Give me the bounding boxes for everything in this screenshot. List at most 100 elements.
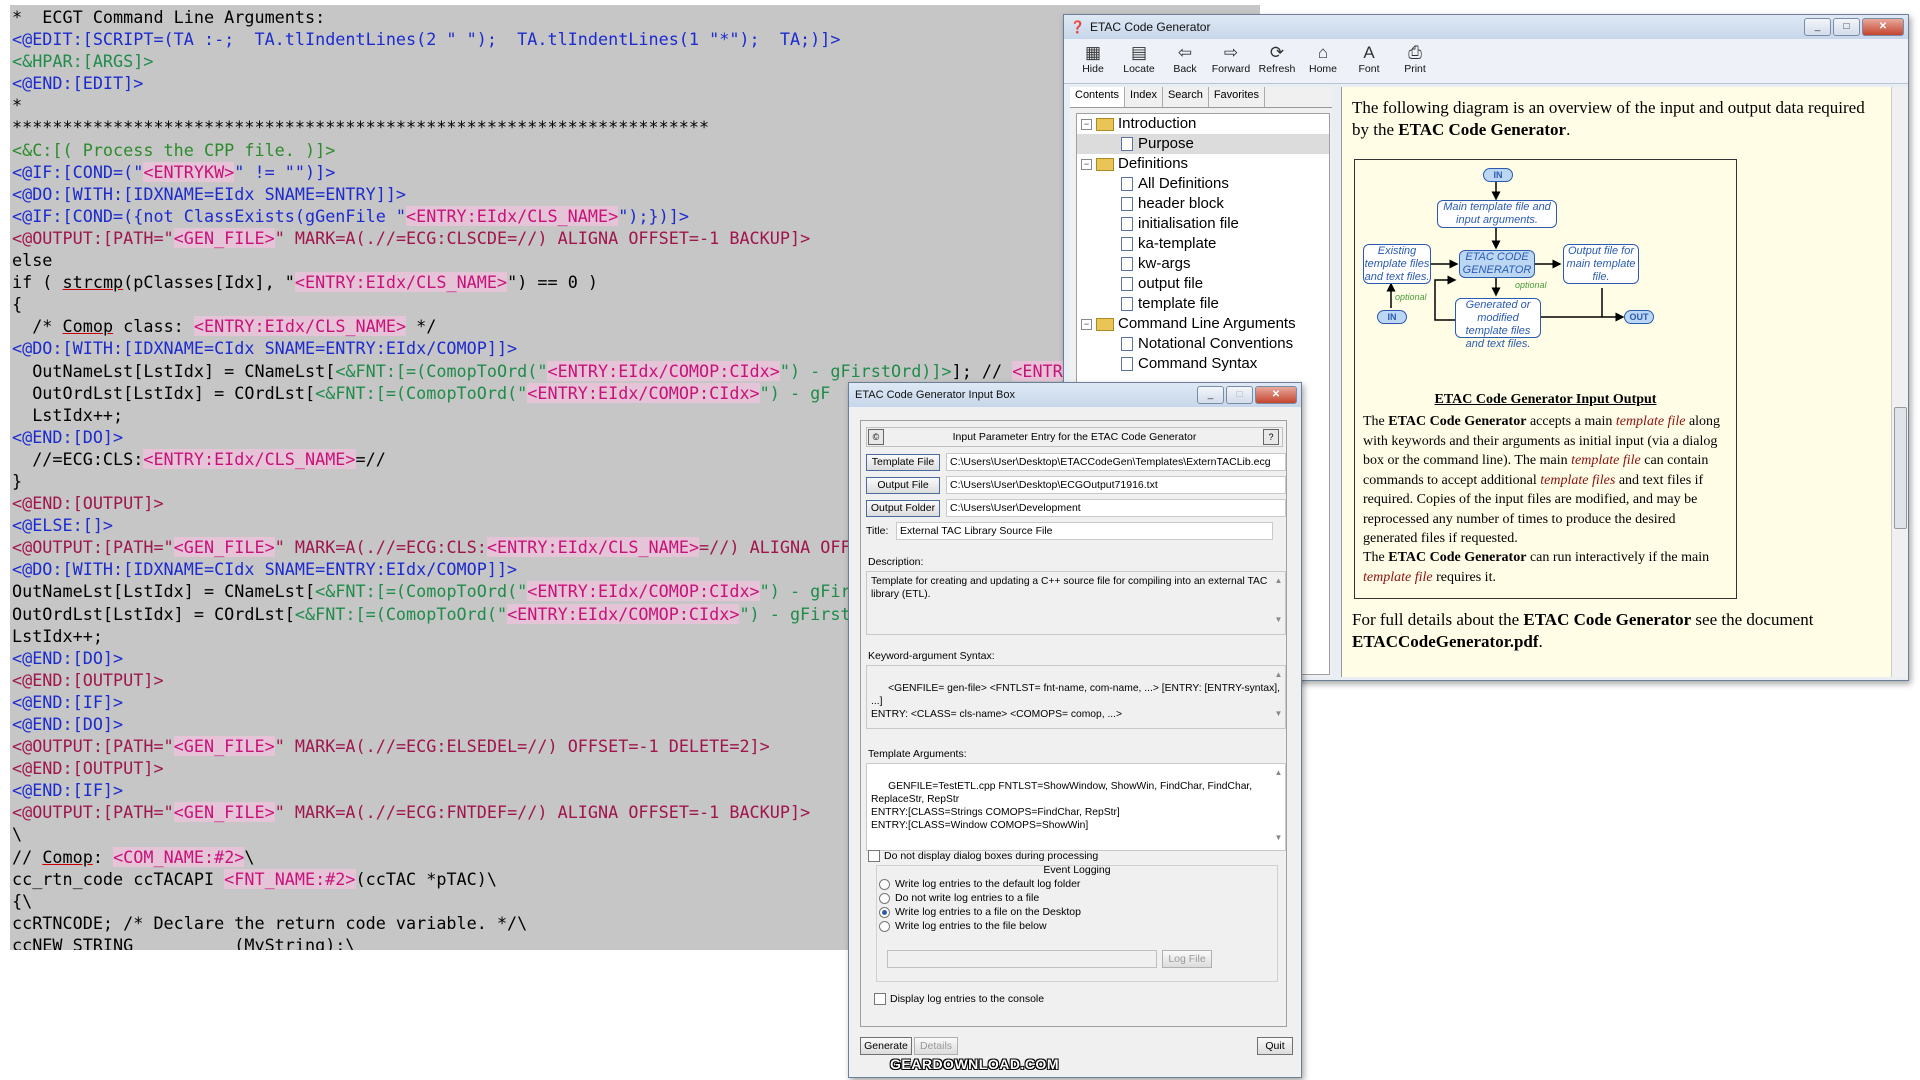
code-token: <@END:[EDIT]> (12, 73, 144, 94)
output-file-button[interactable]: Output File (866, 476, 940, 494)
diagram-out: OUT (1624, 310, 1654, 324)
output-folder-row: Output Folder C:\Users\User\Development (866, 499, 1286, 517)
title-field[interactable]: External TAC Library Source File (896, 522, 1273, 540)
collapse-icon[interactable]: − (1081, 158, 1092, 170)
output-folder-button[interactable]: Output Folder (866, 499, 940, 517)
code-token: // (12, 846, 43, 867)
display-console-checkbox[interactable] (874, 993, 886, 1006)
radio-button[interactable] (879, 878, 890, 890)
output-file-field[interactable]: C:\Users\User\Desktop\ECGOutput71916.txt (946, 476, 1286, 494)
description-field[interactable]: Template for creating and updating a C++… (866, 571, 1286, 635)
tab-favorites[interactable]: Favorites (1209, 87, 1266, 107)
tree-item[interactable]: ka-template (1077, 234, 1329, 254)
collapse-icon[interactable]: − (1081, 118, 1092, 130)
tab-index[interactable]: Index (1125, 87, 1163, 107)
collapse-icon[interactable]: − (1081, 318, 1092, 330)
code-token: <ENTRY:EIdx/CLS_NAME> (193, 316, 407, 337)
log-file-button[interactable]: Log File (1162, 950, 1212, 968)
tree-item-label: Purpose (1138, 135, 1194, 152)
tree-item[interactable]: Purpose (1077, 134, 1329, 154)
minimize-button[interactable]: _ (1804, 18, 1831, 36)
template-arguments-field[interactable]: GENFILE=TestETL.cpp FNTLST=ShowWindow, S… (866, 763, 1286, 851)
code-token: <@ELSE:[]> (12, 515, 114, 536)
details-button[interactable]: Details (914, 1037, 958, 1055)
tree-item[interactable]: kw-args (1077, 254, 1329, 274)
tree-item[interactable]: initialisation file (1077, 214, 1329, 234)
tab-contents[interactable]: Contents (1070, 87, 1126, 107)
code-token: \ (244, 846, 255, 867)
toolbar-back-button[interactable]: ⇦ Back (1164, 39, 1206, 83)
minimize-button[interactable]: _ (1197, 386, 1224, 404)
tree-item[interactable]: Command Syntax (1077, 354, 1329, 374)
code-line: OutOrdLst[LstIdx] = COrdLst[<&FNT:[=(Com… (12, 382, 830, 403)
maximize-button[interactable]: □ (1226, 386, 1253, 404)
code-token: ccRTNCODE; /* Declare the return code va… (12, 912, 528, 933)
textarea-scrollbar[interactable]: ▲ ▼ (1274, 766, 1283, 848)
help-scrollbar[interactable] (1891, 87, 1908, 677)
tree-item[interactable]: − Command Line Arguments (1077, 314, 1329, 334)
toolbar-locate-button[interactable]: ▤ Locate (1118, 39, 1160, 83)
code-token: <GEN_FILE> (173, 802, 275, 823)
tree-item-label: kw-args (1138, 255, 1191, 272)
code-line: \ (12, 824, 22, 844)
tree-item[interactable]: All Definitions (1077, 174, 1329, 194)
help-titlebar[interactable]: ❓ ETAC Code Generator _ □ ✕ (1064, 15, 1908, 39)
code-token: <&FNT:[=(ComopToOrd(" (335, 360, 548, 381)
toolbar-font-button[interactable]: A Font (1348, 39, 1390, 83)
code-token: <&FNT:[=(ComopToOrd(" (294, 603, 508, 624)
toolbar-print-button[interactable]: ⎙ Print (1394, 39, 1436, 83)
tab-search[interactable]: Search (1163, 87, 1209, 107)
tree-item[interactable]: header block (1077, 194, 1329, 214)
toolbar-refresh-button[interactable]: ⟳ Refresh (1256, 39, 1298, 83)
textarea-scrollbar[interactable]: ▲ ▼ (1274, 668, 1283, 726)
template-file-button[interactable]: Template File (866, 453, 940, 471)
no-dialog-checkbox-row[interactable]: Do not display dialog boxes during proce… (868, 850, 1098, 863)
tree-item[interactable]: − Introduction (1077, 114, 1329, 134)
back-arrow-icon: ⇦ (1177, 43, 1193, 62)
code-line: <@END:[OUTPUT]> (12, 758, 164, 778)
scroll-thumb[interactable] (1894, 407, 1907, 529)
no-dialog-checkbox[interactable] (868, 850, 880, 863)
code-line: <@OUTPUT:[PATH="<GEN_FILE>" MARK=A(.//=E… (12, 227, 810, 248)
log-option[interactable]: Write log entries to the default log fol… (879, 878, 1080, 890)
help-question-button[interactable]: ? (1263, 429, 1279, 445)
log-file-field[interactable] (887, 950, 1157, 968)
radio-button[interactable] (879, 920, 890, 932)
keyword-syntax-field[interactable]: <GENFILE= gen-file> <FNTLST= fnt-name, c… (866, 665, 1286, 729)
event-logging-title: Event Logging (1043, 864, 1111, 876)
code-token: //=ECG:CLS: (12, 448, 144, 469)
toolbar-home-button[interactable]: ⌂ Home (1302, 39, 1344, 83)
tree-item[interactable]: template file (1077, 294, 1329, 314)
close-button[interactable]: ✕ (1862, 18, 1904, 36)
inputbox-titlebar[interactable]: ETAC Code Generator Input Box _ □ ✕ (849, 383, 1301, 407)
radio-button[interactable] (879, 906, 890, 918)
maximize-button[interactable]: □ (1833, 18, 1860, 36)
log-option[interactable]: Write log entries to a file on the Deskt… (879, 906, 1081, 918)
radio-button[interactable] (879, 892, 890, 904)
generate-button[interactable]: Generate (860, 1037, 912, 1055)
template-file-field[interactable]: C:\Users\User\Desktop\ETACCodeGen\Templa… (946, 453, 1286, 471)
toolbar-forward-button[interactable]: ⇨ Forward (1210, 39, 1252, 83)
code-token: <&C:[( Process the CPP file. )]> (12, 139, 336, 160)
tree-item-label: Command Line Arguments (1118, 315, 1296, 332)
code-line: else (12, 250, 52, 270)
tree-item[interactable]: output file (1077, 274, 1329, 294)
code-line: <@END:[DO]> (12, 648, 123, 668)
toolbar-label: Back (1173, 63, 1197, 75)
quit-button[interactable]: Quit (1257, 1037, 1293, 1055)
code-token: strcmp (62, 272, 124, 293)
textarea-scrollbar[interactable]: ▲ ▼ (1274, 574, 1283, 632)
code-token: <@END:[OUTPUT]> (12, 493, 164, 514)
code-token: <@END:[IF]> (12, 780, 124, 801)
tree-item[interactable]: − Definitions (1077, 154, 1329, 174)
tree-item-label: header block (1138, 195, 1224, 212)
display-console-row[interactable]: Display log entries to the console (874, 993, 1044, 1006)
output-folder-field[interactable]: C:\Users\User\Development (946, 499, 1286, 517)
close-button[interactable]: ✕ (1255, 386, 1297, 404)
code-token: <@END:[OUTPUT]> (12, 758, 164, 779)
log-option[interactable]: Write log entries to the file below (879, 920, 1047, 932)
tree-item[interactable]: Notational Conventions (1077, 334, 1329, 354)
intro-paragraph: The following diagram is an overview of … (1352, 98, 1865, 139)
toolbar-hide-button[interactable]: ▦ Hide (1072, 39, 1114, 83)
log-option[interactable]: Do not write log entries to a file (879, 892, 1039, 904)
